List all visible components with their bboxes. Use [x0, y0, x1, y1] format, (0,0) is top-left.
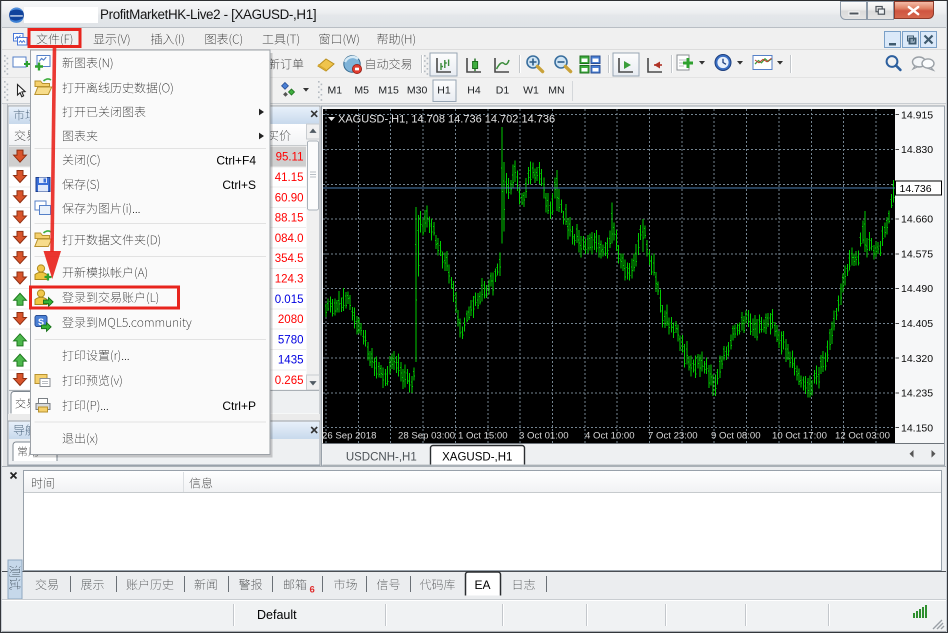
svg-text:124.3: 124.3	[275, 273, 304, 285]
svg-text:Ctrl+P: Ctrl+P	[222, 399, 256, 413]
svg-text:5780: 5780	[278, 334, 304, 346]
svg-text:H4: H4	[467, 85, 481, 97]
svg-text:88.15: 88.15	[275, 213, 304, 225]
svg-text:41.15: 41.15	[275, 172, 304, 184]
svg-text:XAGUSD-,H1, 14.708 14.736 14.7: XAGUSD-,H1, 14.708 14.736 14.702 14.736	[338, 114, 555, 126]
svg-text:1435: 1435	[278, 355, 304, 367]
svg-text:0.015: 0.015	[275, 294, 304, 306]
svg-text:6: 6	[310, 585, 315, 596]
svg-text:14.830: 14.830	[901, 144, 933, 156]
svg-text:M1: M1	[328, 85, 343, 97]
svg-text:14.405: 14.405	[901, 318, 933, 330]
svg-text:4 Oct 10:00: 4 Oct 10:00	[585, 431, 635, 442]
svg-text:H1: H1	[437, 85, 451, 97]
svg-text:14.490: 14.490	[901, 283, 933, 295]
svg-text:60.90: 60.90	[275, 192, 304, 204]
svg-text:M30: M30	[407, 85, 428, 97]
svg-text:14.150: 14.150	[901, 422, 933, 434]
svg-text:USDCNH-,H1: USDCNH-,H1	[346, 452, 417, 464]
svg-text:26 Sep 2018: 26 Sep 2018	[322, 431, 376, 442]
svg-text:7 Oct 23:00: 7 Oct 23:00	[648, 431, 698, 442]
svg-text:12 Oct 03:00: 12 Oct 03:00	[835, 431, 890, 442]
svg-text:Ctrl+S: Ctrl+S	[222, 178, 256, 192]
svg-text:1 Oct 15:00: 1 Oct 15:00	[458, 431, 508, 442]
svg-text:3 Oct 01:00: 3 Oct 01:00	[519, 431, 569, 442]
svg-text:EA: EA	[474, 578, 490, 592]
svg-text:14.575: 14.575	[901, 248, 933, 260]
svg-text:XAGUSD-,H1: XAGUSD-,H1	[442, 452, 512, 464]
svg-text:14.235: 14.235	[901, 388, 933, 400]
svg-text:95.11: 95.11	[276, 152, 304, 164]
svg-text:Ctrl+F4: Ctrl+F4	[216, 153, 256, 167]
svg-text:M15: M15	[378, 85, 399, 97]
svg-text:10 Oct 17:00: 10 Oct 17:00	[772, 431, 827, 442]
svg-text:14.660: 14.660	[901, 214, 933, 226]
svg-text:D1: D1	[496, 85, 510, 97]
svg-text:Default: Default	[257, 608, 297, 622]
svg-text:9 Oct 08:00: 9 Oct 08:00	[711, 431, 761, 442]
svg-text:W1: W1	[523, 85, 539, 97]
svg-text:14.915: 14.915	[901, 109, 933, 121]
svg-text:084.0: 084.0	[275, 233, 304, 245]
svg-text:ProfitMarketHK-Live2 - [XAGUSD: ProfitMarketHK-Live2 - [XAGUSD-,H1]	[100, 7, 316, 22]
svg-text:M5: M5	[354, 85, 369, 97]
svg-text:14.736: 14.736	[900, 183, 932, 195]
svg-text:28 Sep 03:00: 28 Sep 03:00	[398, 431, 455, 442]
svg-text:14.320: 14.320	[901, 353, 933, 365]
svg-text:2080: 2080	[278, 314, 304, 326]
svg-text:0.265: 0.265	[275, 375, 304, 387]
svg-text:354.5: 354.5	[275, 253, 304, 265]
svg-text:MN: MN	[548, 85, 564, 97]
